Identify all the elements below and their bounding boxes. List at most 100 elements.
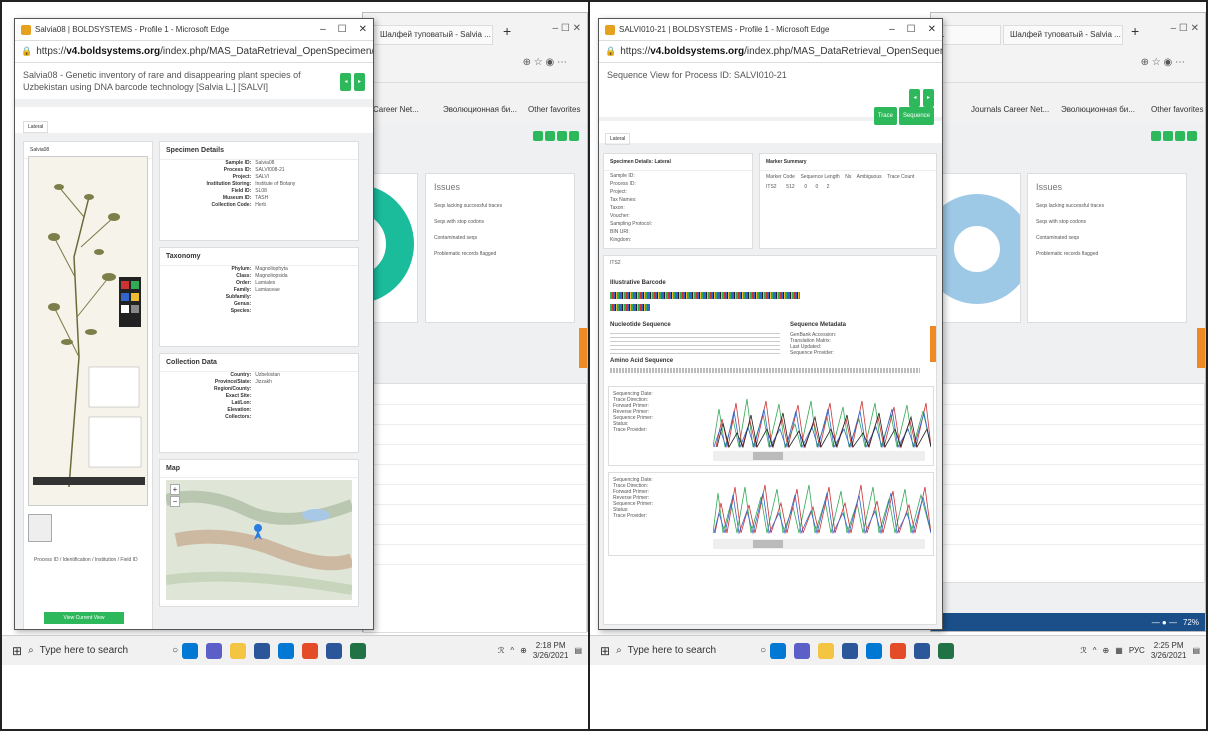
address-bar[interactable]: 🔒 https://v4.boldsystems.org/index.php/M…	[15, 41, 373, 63]
page-content: Salvia08 - Genetic inventory of rare and…	[15, 63, 373, 629]
notifications-icon[interactable]: ▤	[574, 646, 582, 655]
maximize-icon[interactable]: ☐	[907, 24, 916, 35]
file-explorer-icon[interactable]	[230, 642, 247, 659]
zoom-out-icon[interactable]: −	[170, 496, 180, 507]
action-buttons[interactable]	[533, 131, 579, 141]
tab-lateral[interactable]: Lateral	[605, 133, 631, 145]
action-buttons[interactable]	[1151, 131, 1197, 141]
word-doc-icon[interactable]	[326, 642, 343, 659]
map-view[interactable]: + −	[166, 480, 352, 600]
taxonomy-header: Taxonomy	[160, 248, 358, 266]
chrome-icon[interactable]	[890, 642, 907, 659]
keyboard-icon[interactable]: ▦	[1115, 646, 1123, 655]
word-icon[interactable]	[254, 642, 271, 659]
teams-icon[interactable]	[794, 642, 811, 659]
toolbar-icons[interactable]: ⊕ ☆ ◉ ⋯	[1141, 57, 1185, 68]
app-icon[interactable]	[866, 642, 883, 659]
favorite-evolution[interactable]: Эволюционная би...	[1061, 105, 1135, 114]
detail-key: Museum ID:	[222, 195, 252, 201]
cortana-icon[interactable]: ○	[760, 645, 766, 656]
close-icon[interactable]: ✕	[359, 24, 367, 35]
trace-scroll-thumb[interactable]	[753, 452, 783, 460]
zoom-in-icon[interactable]: +	[170, 484, 180, 495]
url-prefix: https://	[36, 46, 67, 57]
favorite-journals[interactable]: Journals Career Net...	[971, 105, 1049, 114]
windows-start-icon[interactable]: ⊞	[12, 644, 22, 658]
new-tab-icon[interactable]: +	[1131, 23, 1139, 39]
word-doc-icon[interactable]	[914, 642, 931, 659]
records-table	[363, 383, 587, 633]
detail-value: SALVI	[255, 174, 270, 180]
people-icon[interactable]: ℛ	[1080, 646, 1086, 655]
zoom-slider[interactable]: — ● —	[1152, 618, 1177, 627]
other-favorites[interactable]: Other favorites	[528, 105, 580, 114]
app-icon[interactable]	[278, 642, 295, 659]
window-controls[interactable]: – ☐ ✕	[553, 23, 581, 34]
window-controls[interactable]: – ☐ ✕	[1171, 23, 1199, 34]
network-icon[interactable]: ⊕	[520, 646, 527, 655]
detail-row: Province/State: Jizzakh	[160, 379, 358, 386]
herbarium-specimen-image[interactable]	[28, 156, 148, 506]
file-explorer-icon[interactable]	[818, 642, 835, 659]
notifications-icon[interactable]: ▤	[1192, 646, 1200, 655]
trace-scrollbar[interactable]	[713, 539, 925, 549]
feedback-tab[interactable]	[1197, 328, 1205, 368]
language-indicator[interactable]: РУС	[1129, 646, 1145, 655]
excel-icon[interactable]	[938, 642, 955, 659]
taskbar-search[interactable]: ⌕ Type here to search	[22, 639, 152, 663]
nucleotide-title: Nucleotide Sequence	[610, 322, 671, 328]
download-buttons[interactable]: Trace Sequence	[873, 107, 934, 125]
network-icon[interactable]: ⊕	[1103, 646, 1110, 655]
chevron-up-icon[interactable]: ^	[1093, 646, 1097, 655]
people-icon[interactable]: ℛ	[498, 646, 504, 655]
export-buttons[interactable]: ◂ ▸	[340, 73, 365, 91]
maximize-icon[interactable]: ☐	[338, 24, 347, 35]
clock[interactable]: 2:18 PM 3/26/2021	[533, 641, 569, 661]
chromatogram-reverse	[713, 484, 931, 535]
detail-value: Lamiaceae	[255, 287, 280, 293]
favorite-career-net[interactable]: Career Net...	[373, 105, 419, 114]
url-prefix: https://	[620, 46, 651, 57]
background-browser-window: ... Шалфей туповатый - Salvia ... + – ☐ …	[930, 12, 1206, 632]
teams-icon[interactable]	[206, 642, 223, 659]
feedback-tab[interactable]	[579, 328, 587, 368]
edge-icon[interactable]	[182, 642, 199, 659]
amino-title: Amino Acid Sequence	[610, 358, 674, 364]
taskbar-search[interactable]: ⌕ Type here to search	[610, 639, 740, 663]
view-button[interactable]: View Current View	[44, 612, 124, 624]
trace-panel-reverse: Sequencing Date: Trace Direction: Forward …	[608, 472, 934, 556]
chrome-icon[interactable]	[302, 642, 319, 659]
address-bar[interactable]: 🔒 https://v4.boldsystems.org/index.php/M…	[599, 41, 942, 63]
minimize-icon[interactable]: –	[320, 24, 326, 35]
nucleotide-sequence	[610, 332, 780, 354]
search-icon: ⌕	[616, 645, 622, 656]
clock[interactable]: 2:25 PM 3/26/2021	[1151, 641, 1187, 661]
new-tab-icon[interactable]: +	[503, 23, 511, 39]
cortana-icon[interactable]: ○	[172, 645, 178, 656]
detail-key: Region/County:	[214, 386, 252, 392]
other-favorites[interactable]: Other favorites	[1151, 105, 1203, 114]
collection-panel: Collection Data Country: Uzbekistan Provin…	[159, 353, 359, 453]
excel-icon[interactable]	[350, 642, 367, 659]
background-tab[interactable]: Шалфей туповатый - Salvia ...	[1003, 25, 1123, 45]
detail-key: Genus:	[234, 301, 252, 307]
close-icon[interactable]: ✕	[928, 24, 936, 35]
minimize-icon[interactable]: –	[889, 24, 895, 35]
word-icon[interactable]	[842, 642, 859, 659]
issues-title: Issues	[1036, 182, 1063, 192]
edge-icon[interactable]	[770, 642, 787, 659]
feedback-tab[interactable]	[930, 326, 936, 362]
marker-summary-panel: Marker Summary Marker Code Sequence Leng…	[759, 153, 937, 249]
favorite-evolution[interactable]: Эволюционная би...	[443, 105, 517, 114]
tab-lateral[interactable]: Lateral	[23, 121, 49, 133]
marker-label: ITS2	[610, 260, 621, 266]
windows-start-icon[interactable]: ⊞	[600, 644, 610, 658]
export-buttons[interactable]: ◂ ▸	[909, 89, 934, 107]
issues-line: Seqs with stop codons	[434, 219, 485, 225]
thumbnail[interactable]	[28, 514, 52, 542]
background-tab[interactable]: Шалфей туповатый - Salvia ...	[373, 25, 493, 45]
trace-scroll-thumb[interactable]	[753, 540, 783, 548]
trace-scrollbar[interactable]	[713, 451, 925, 461]
toolbar-icons[interactable]: ⊕ ☆ ◉ ⋯	[523, 57, 567, 68]
chevron-up-icon[interactable]: ^	[510, 646, 514, 655]
